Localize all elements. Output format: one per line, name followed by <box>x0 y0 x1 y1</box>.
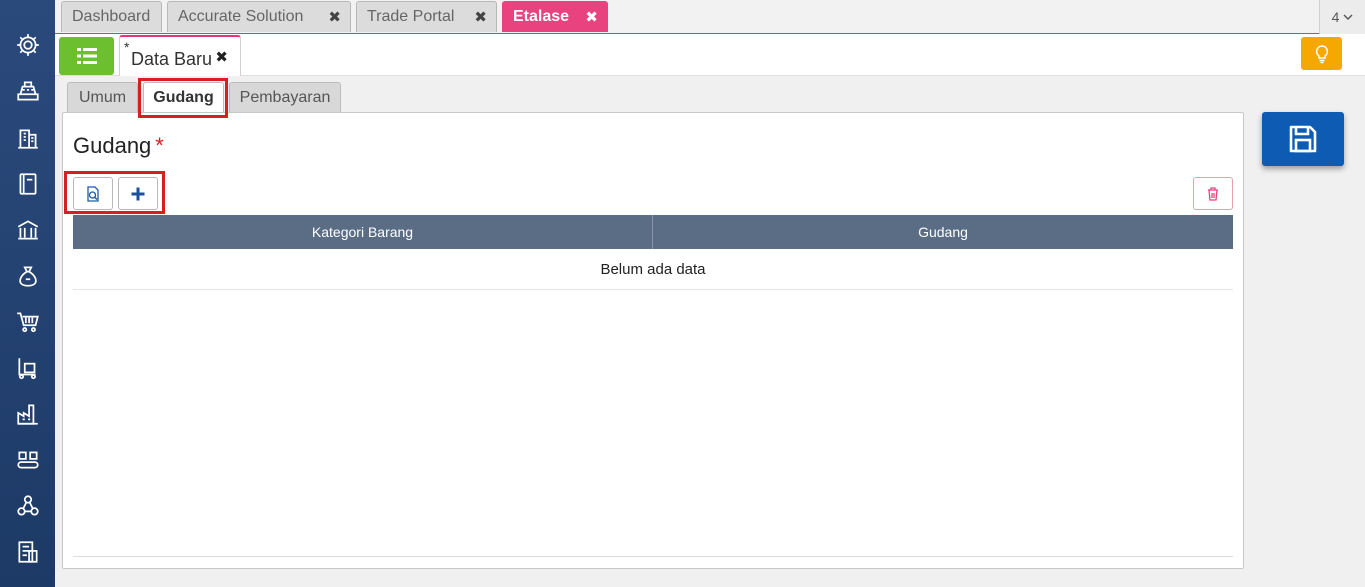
trash-icon <box>1208 186 1218 201</box>
tips-button[interactable] <box>1301 37 1342 70</box>
column-header-kategori-barang[interactable]: Kategori Barang <box>73 215 653 249</box>
tab-umum[interactable]: Umum <box>67 82 138 113</box>
save-button[interactable] <box>1262 112 1344 166</box>
close-icon[interactable]: ✖ <box>215 48 228 66</box>
list-icon <box>76 48 97 64</box>
grid-footer-divider <box>73 556 1233 557</box>
bank-icon[interactable] <box>13 215 43 245</box>
tab-accurate-solution[interactable]: Accurate Solution ✖ <box>167 1 351 32</box>
money-bag-icon[interactable] <box>13 261 43 291</box>
close-icon[interactable]: ✖ <box>474 8 487 26</box>
empty-message: Belum ada data <box>73 249 1233 290</box>
lightbulb-icon <box>1315 44 1328 63</box>
tab-dashboard[interactable]: Dashboard <box>61 1 162 32</box>
search-button[interactable] <box>73 177 113 210</box>
tab-label: Dashboard <box>72 8 151 25</box>
required-marker: * <box>155 133 164 158</box>
tab-count-dropdown[interactable]: 4 <box>1319 0 1365 34</box>
grid-header: Kategori Barang Gudang <box>73 215 1233 249</box>
gudang-grid: Kategori Barang Gudang Belum ada data <box>73 215 1233 290</box>
doc-tab-label: Data Baru <box>131 49 213 69</box>
tab-label: Etalase <box>513 8 570 25</box>
network-icon[interactable] <box>13 491 43 521</box>
conveyor-icon[interactable] <box>13 445 43 475</box>
panel-title-text: Gudang <box>73 133 152 158</box>
add-button[interactable] <box>118 177 158 210</box>
floppy-disk-icon <box>1289 125 1317 153</box>
list-menu-button[interactable] <box>59 37 114 75</box>
shopping-cart-icon[interactable] <box>13 307 43 337</box>
tax-document-icon[interactable] <box>13 537 43 567</box>
plus-icon <box>131 187 145 200</box>
top-tab-bar: Dashboard Accurate Solution ✖ Trade Port… <box>55 0 1365 34</box>
factory-icon[interactable] <box>13 399 43 429</box>
tab-label: Trade Portal <box>367 8 455 25</box>
tab-count: 4 <box>1331 9 1340 25</box>
column-header-gudang[interactable]: Gudang <box>653 215 1233 249</box>
building-icon[interactable] <box>13 123 43 153</box>
tab-gudang[interactable]: Gudang <box>143 82 224 113</box>
search-document-icon <box>87 185 99 202</box>
tab-label: Pembayaran <box>239 89 331 106</box>
cash-register-icon[interactable] <box>13 76 43 106</box>
tab-label: Accurate Solution <box>178 8 304 25</box>
panel-title: Gudang * <box>73 133 164 159</box>
doc-tab-data-baru[interactable]: * Data Baru ✖ <box>119 35 241 76</box>
tab-etalase[interactable]: Etalase ✖ <box>502 1 608 32</box>
gudang-panel: Gudang * Kategori Barang Gudang Belum ada… <box>62 112 1244 569</box>
chevron-down-icon <box>1343 14 1353 20</box>
sidebar <box>0 0 55 587</box>
delete-button[interactable] <box>1193 177 1233 210</box>
tab-label: Umum <box>78 89 127 106</box>
unsaved-indicator: * <box>124 39 130 55</box>
gear-icon[interactable] <box>13 30 43 60</box>
close-icon[interactable]: ✖ <box>328 8 341 26</box>
tab-pembayaran[interactable]: Pembayaran <box>229 82 341 113</box>
close-icon[interactable]: ✖ <box>585 8 598 26</box>
tab-trade-portal[interactable]: Trade Portal ✖ <box>356 1 497 32</box>
document-bar: * Data Baru ✖ <box>55 34 1365 76</box>
book-icon[interactable] <box>13 169 43 199</box>
hand-truck-icon[interactable] <box>13 353 43 383</box>
tab-label: Gudang <box>153 89 214 106</box>
